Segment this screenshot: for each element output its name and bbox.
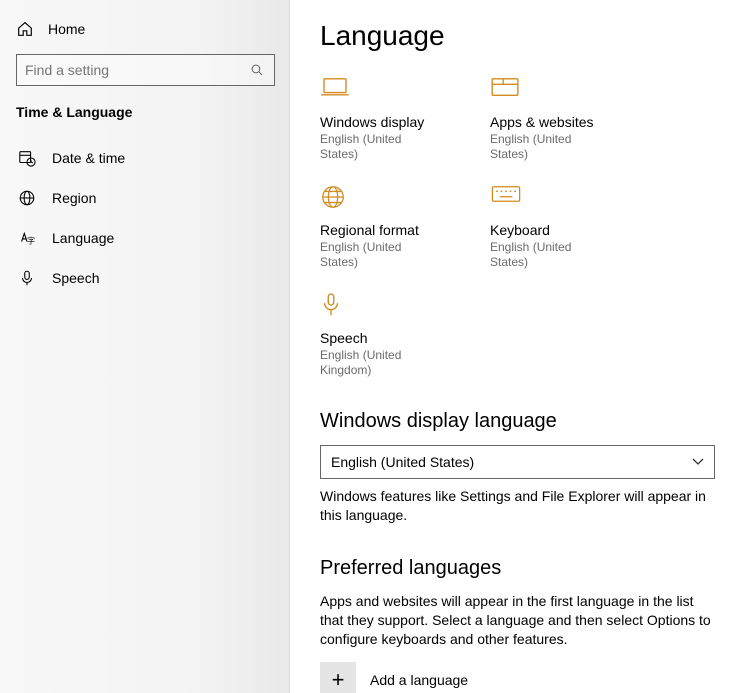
sidebar-item-label: Language [52, 230, 114, 246]
tile-regional-format[interactable]: Regional format English (United States) [320, 184, 440, 270]
tile-sub: English (United States) [490, 240, 610, 270]
home-icon [16, 20, 34, 38]
tile-label: Apps & websites [490, 114, 610, 130]
laptop-icon [320, 76, 440, 102]
dropdown-value: English (United States) [331, 454, 474, 470]
sidebar-item-speech[interactable]: Speech [16, 258, 275, 298]
tile-speech[interactable]: Speech English (United Kingdom) [320, 292, 440, 378]
display-language-heading: Windows display language [320, 410, 720, 433]
add-language-label: Add a language [370, 672, 468, 688]
svg-text:字: 字 [27, 235, 35, 245]
sidebar-item-label: Speech [52, 270, 99, 286]
tile-sub: English (United States) [490, 132, 610, 162]
apps-window-icon [490, 76, 610, 102]
microphone-icon [320, 292, 440, 318]
language-icon: 字 [18, 229, 36, 247]
preferred-languages-heading: Preferred languages [320, 557, 720, 580]
sidebar-item-label: Region [52, 190, 96, 206]
tile-apps-websites[interactable]: Apps & websites English (United States) [490, 76, 610, 162]
chevron-down-icon [692, 458, 704, 466]
tile-label: Windows display [320, 114, 440, 130]
tile-label: Regional format [320, 222, 440, 238]
calendar-clock-icon [18, 149, 36, 167]
add-language-button[interactable]: + Add a language [320, 662, 720, 693]
sidebar-item-region[interactable]: Region [16, 178, 275, 218]
sidebar: Home Time & Language Date & time Region [0, 0, 290, 693]
sidebar-item-date-time[interactable]: Date & time [16, 138, 275, 178]
tile-windows-display[interactable]: Windows display English (United States) [320, 76, 440, 162]
tile-sub: English (United States) [320, 240, 440, 270]
sidebar-section-title: Time & Language [16, 104, 275, 120]
search-box[interactable] [16, 54, 275, 86]
main-content: Language Windows display English (United… [290, 0, 750, 693]
tile-sub: English (United States) [320, 132, 440, 162]
sidebar-item-label: Date & time [52, 150, 125, 166]
language-tile-grid: Windows display English (United States) … [320, 76, 720, 378]
tile-keyboard[interactable]: Keyboard English (United States) [490, 184, 610, 270]
globe-region-icon [320, 184, 440, 210]
globe-icon [18, 189, 36, 207]
search-icon [248, 61, 266, 79]
microphone-icon [18, 269, 36, 287]
display-language-dropdown[interactable]: English (United States) [320, 445, 715, 479]
keyboard-icon [490, 184, 610, 210]
search-input[interactable] [25, 62, 248, 78]
tile-sub: English (United Kingdom) [320, 348, 440, 378]
plus-icon: + [320, 662, 356, 693]
tile-label: Speech [320, 330, 440, 346]
sidebar-item-language[interactable]: 字 Language [16, 218, 275, 258]
display-language-help: Windows features like Settings and File … [320, 487, 715, 525]
home-label: Home [48, 21, 85, 37]
home-link[interactable]: Home [16, 16, 275, 50]
page-title: Language [320, 20, 720, 52]
preferred-languages-help: Apps and websites will appear in the fir… [320, 592, 715, 649]
tile-label: Keyboard [490, 222, 610, 238]
